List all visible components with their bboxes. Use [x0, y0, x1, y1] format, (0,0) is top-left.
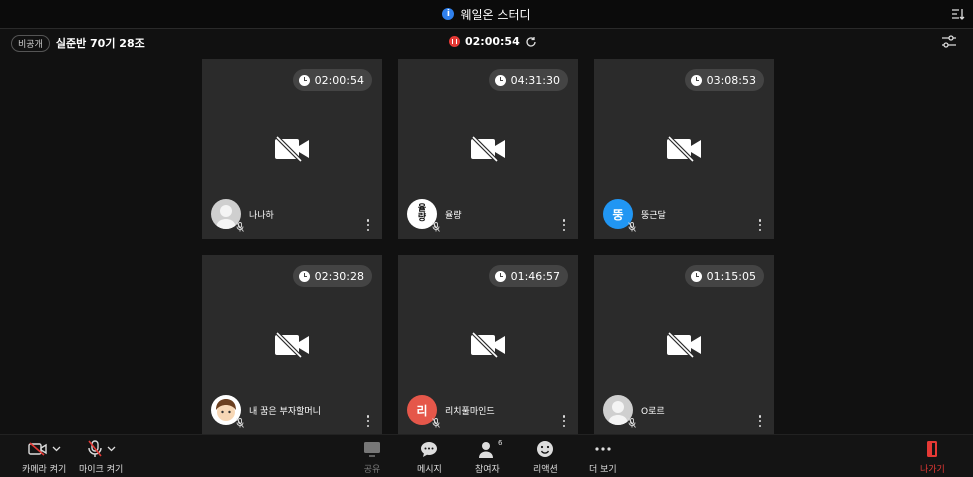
participant-timer: 02:00:54 — [292, 69, 372, 91]
window-title: 웨일온 스터디 — [460, 7, 531, 22]
participants-label: 참여자 — [475, 465, 500, 475]
refresh-icon[interactable] — [525, 36, 537, 48]
leave-button[interactable]: 나가기 — [920, 439, 945, 475]
more-dots-icon — [595, 447, 611, 451]
clock-icon — [690, 270, 702, 282]
session-timer: 02:00:54 — [449, 35, 537, 48]
participant-name: 율량 — [445, 210, 462, 221]
avatar — [603, 395, 636, 428]
message-button[interactable]: 메시지 — [417, 439, 442, 475]
clock-icon — [298, 74, 310, 86]
settings-sliders-icon[interactable] — [941, 35, 957, 49]
participant-name: 뚱근달 — [641, 210, 666, 221]
room-name: 실준반 70기 28조 — [55, 37, 145, 50]
participant-timer: 04:31:30 — [488, 69, 568, 91]
participant-menu-icon[interactable] — [366, 415, 370, 427]
avatar: 리 — [407, 395, 440, 428]
clock-icon — [494, 270, 506, 282]
camera-toggle-button[interactable]: 카메라 켜기 — [22, 439, 66, 475]
participant-name: 리치풀마인드 — [445, 406, 495, 417]
participant-tile[interactable]: 04:31:30 율 량 율량 — [398, 59, 578, 239]
participant-timer: 02:30:28 — [292, 265, 372, 287]
clock-icon — [298, 270, 310, 282]
avatar-text: 율 량 — [417, 204, 427, 223]
participants-count-badge: 6 — [497, 439, 503, 447]
mic-muted-icon — [432, 418, 440, 428]
avatar-text: 리 — [416, 403, 428, 418]
participant-menu-icon[interactable] — [758, 415, 762, 427]
participant-name: 내 꿈은 부자할머니 — [249, 406, 321, 417]
participant-tile[interactable]: 01:46:57 리 리치풀마인드 — [398, 255, 578, 435]
avatar: 뚱 — [603, 199, 636, 232]
clock-icon — [494, 74, 506, 86]
avatar-text: 뚱 — [612, 207, 624, 222]
camera-off-icon — [275, 332, 309, 358]
avatar — [211, 395, 244, 428]
participant-menu-icon[interactable] — [366, 219, 370, 231]
privacy-badge: 비공개 — [11, 34, 50, 52]
more-button[interactable]: 더 보기 — [589, 439, 617, 475]
bottom-toolbar: 카메라 켜기 마이크 켜기 공유 메시지 6 참여자 리액션 더 보기 나가기 — [0, 434, 973, 477]
camera-off-icon — [471, 136, 505, 162]
share-button[interactable]: 공유 — [363, 439, 381, 475]
session-timer-text: 02:00:54 — [465, 35, 520, 48]
sort-icon[interactable] — [951, 7, 965, 21]
camera-off-icon — [471, 332, 505, 358]
camera-off-icon — [667, 332, 701, 358]
camera-off-icon — [275, 136, 309, 162]
camera-off-icon — [27, 442, 47, 456]
exit-door-icon — [927, 441, 938, 457]
mic-label: 마이크 켜기 — [79, 465, 124, 475]
chat-bubble-icon — [421, 441, 438, 457]
screen-share-icon — [364, 442, 380, 457]
mic-muted-icon — [628, 222, 636, 232]
participant-timer: 03:08:53 — [684, 69, 764, 91]
participant-tile[interactable]: 01:15:05 O로르 — [594, 255, 774, 435]
camera-off-icon — [667, 136, 701, 162]
reaction-button[interactable]: 리액션 — [533, 439, 558, 475]
message-label: 메시지 — [417, 465, 442, 475]
participant-menu-icon[interactable] — [562, 219, 566, 231]
pause-recording-icon[interactable] — [449, 36, 460, 47]
info-icon[interactable]: i — [442, 8, 455, 20]
share-label: 공유 — [363, 465, 381, 475]
title-bar: i 웨일온 스터디 — [0, 0, 973, 29]
camera-label: 카메라 켜기 — [22, 465, 67, 475]
more-label: 더 보기 — [589, 465, 617, 475]
participant-timer: 01:15:05 — [684, 265, 764, 287]
mic-muted-icon — [236, 222, 244, 232]
mic-muted-icon — [432, 222, 440, 232]
participant-timer-text: 01:15:05 — [706, 269, 756, 283]
reaction-label: 리액션 — [533, 465, 558, 475]
mic-muted-icon — [236, 418, 244, 428]
participant-tile[interactable]: 03:08:53 뚱 뚱근달 — [594, 59, 774, 239]
mic-off-icon — [87, 440, 102, 457]
mic-muted-icon — [628, 418, 636, 428]
leave-label: 나가기 — [920, 465, 945, 475]
clock-icon — [690, 74, 702, 86]
chevron-down-icon[interactable] — [107, 446, 116, 452]
participant-name: O로르 — [641, 406, 665, 417]
participant-name: 나나하 — [249, 210, 274, 221]
participant-menu-icon[interactable] — [758, 219, 762, 231]
participant-menu-icon[interactable] — [562, 415, 566, 427]
participant-tile[interactable]: 02:00:54 나나하 — [202, 59, 382, 239]
chevron-down-icon[interactable] — [52, 446, 61, 452]
smiley-icon — [537, 441, 554, 457]
participant-timer: 01:46:57 — [488, 265, 568, 287]
participant-timer-text: 02:30:28 — [314, 269, 364, 283]
participant-timer-text: 01:46:57 — [510, 269, 560, 283]
participant-tile[interactable]: 02:30:28 내 꿈은 부자할머니 — [202, 255, 382, 435]
person-icon — [479, 441, 494, 458]
participant-timer-text: 03:08:53 — [706, 73, 756, 87]
avatar: 율 량 — [407, 199, 440, 232]
mic-toggle-button[interactable]: 마이크 켜기 — [79, 439, 123, 475]
participant-timer-text: 02:00:54 — [314, 73, 364, 87]
participant-timer-text: 04:31:30 — [510, 73, 560, 87]
avatar — [211, 199, 244, 232]
participants-button[interactable]: 6 참여자 — [475, 439, 503, 475]
